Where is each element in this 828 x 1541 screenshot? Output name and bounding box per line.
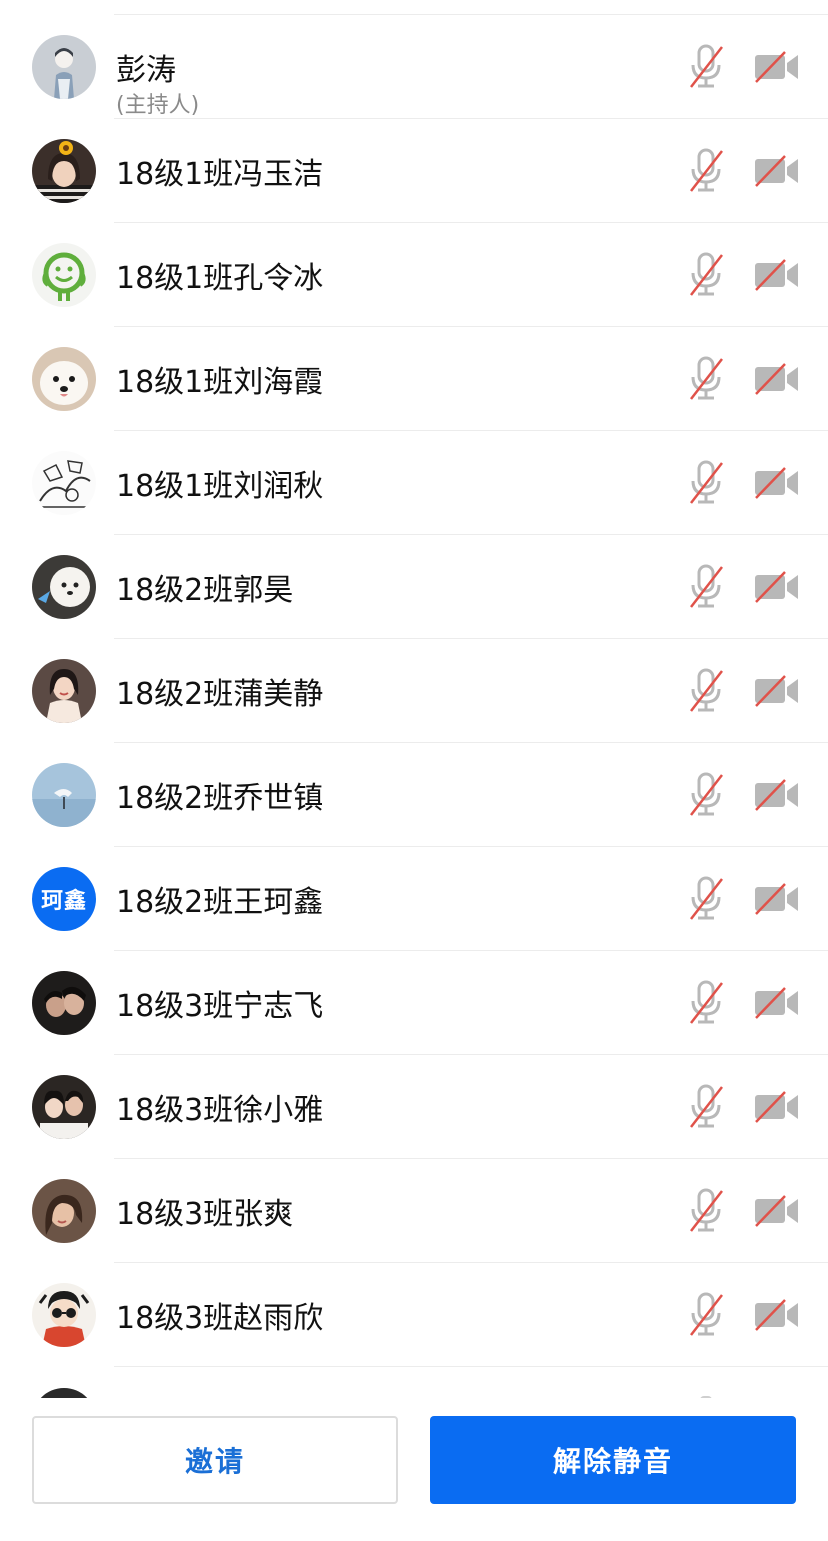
participant-name: 彭涛 [116, 53, 176, 88]
avatar-illustration-girl [32, 659, 96, 723]
mic-muted-icon[interactable] [686, 147, 726, 195]
participant-name: 18级1班刘海霞 [116, 365, 324, 400]
participant-row[interactable]: 18级3班赵雨欣 [0, 1263, 828, 1367]
camera-off-icon[interactable] [752, 569, 802, 605]
participant-row[interactable]: 18级1班刘润秋 [0, 431, 828, 535]
avatar-sketch-person [32, 35, 96, 99]
mic-muted-icon[interactable] [686, 1187, 726, 1235]
avatar-photo-seabird [32, 763, 96, 827]
camera-off-icon[interactable] [752, 1193, 802, 1229]
avatar-cartoon-glasses [32, 1283, 96, 1347]
participant-row[interactable]: 18级3班张爽 [0, 1159, 828, 1263]
camera-off-icon[interactable] [752, 49, 802, 85]
avatar-comic-sketch [32, 451, 96, 515]
participant-name: 18级2班王珂鑫 [116, 885, 324, 920]
mic-muted-icon[interactable] [686, 459, 726, 507]
participant-name: 18级1班刘润秋 [116, 469, 324, 504]
participant-name: 18级3班徐小雅 [116, 1093, 324, 1128]
participant-row[interactable]: 珂鑫 18级2班王珂鑫 [0, 847, 828, 951]
participant-name: 18级2班蒲美静 [116, 677, 324, 712]
avatar-photo-couple [32, 1075, 96, 1139]
avatar-initials: 珂鑫 [32, 867, 96, 931]
camera-off-icon[interactable] [752, 1089, 802, 1125]
mic-muted-icon[interactable] [686, 251, 726, 299]
mic-muted-icon[interactable] [686, 355, 726, 403]
participant-name: 18级1班孔令冰 [116, 261, 324, 296]
participant-row[interactable]: 18级2班乔世镇 [0, 743, 828, 847]
participant-row[interactable]: 18级1班冯玉洁 [0, 119, 828, 223]
avatar-smiley-face [32, 243, 96, 307]
participant-list[interactable]: 彭涛 (主持人) 18级1班冯玉洁 18级1班孔令冰 18级1班刘海霞 18级1… [0, 0, 828, 1398]
participant-name: 18级3班张爽 [116, 1197, 294, 1232]
action-bar: 邀请 解除静音 [0, 1398, 828, 1541]
camera-off-icon[interactable] [752, 361, 802, 397]
host-role-label: (主持人) [116, 93, 200, 118]
camera-off-icon[interactable] [752, 465, 802, 501]
camera-off-icon[interactable] [752, 1297, 802, 1333]
mic-muted-icon[interactable] [686, 979, 726, 1027]
avatar-photo-woman [32, 1179, 96, 1243]
avatar-photo-sunflower-girl [32, 139, 96, 203]
mic-muted-icon[interactable] [686, 1291, 726, 1339]
mic-muted-icon[interactable] [686, 1083, 726, 1131]
participant-row[interactable]: 18级3班徐小雅 [0, 1055, 828, 1159]
camera-off-icon[interactable] [752, 673, 802, 709]
camera-off-icon[interactable] [752, 881, 802, 917]
camera-off-icon[interactable] [752, 777, 802, 813]
participant-row[interactable]: 18级3班宁志飞 [0, 951, 828, 1055]
avatar [32, 1388, 96, 1398]
avatar-photo-couple-dark [32, 971, 96, 1035]
participant-name: 18级2班郭昊 [116, 573, 294, 608]
invite-button[interactable]: 邀请 [32, 1416, 398, 1504]
mic-muted-icon[interactable] [686, 771, 726, 819]
camera-off-icon[interactable] [752, 153, 802, 189]
camera-off-icon[interactable] [752, 257, 802, 293]
participant-row[interactable]: 18级2班蒲美静 [0, 639, 828, 743]
participant-row[interactable]: 18级1班刘海霞 [0, 327, 828, 431]
camera-off-icon[interactable] [752, 985, 802, 1021]
participant-name: 18级2班乔世镇 [116, 781, 324, 816]
mic-muted-icon[interactable] [686, 875, 726, 923]
participant-row-host[interactable]: 彭涛 (主持人) [0, 15, 828, 119]
mic-muted-icon[interactable] [686, 667, 726, 715]
participant-row[interactable]: 18级2班郭昊 [0, 535, 828, 639]
participants-screen: 彭涛 (主持人) 18级1班冯玉洁 18级1班孔令冰 18级1班刘海霞 18级1… [0, 0, 828, 1541]
participant-name: 18级3班赵雨欣 [116, 1301, 324, 1336]
participant-name: 18级1班冯玉洁 [116, 157, 324, 192]
avatar-photo-samoyed-dog [32, 347, 96, 411]
avatar-photo-white-poodle [32, 555, 96, 619]
mic-muted-icon[interactable] [686, 563, 726, 611]
participant-row-partial[interactable] [0, 1370, 828, 1398]
participant-row[interactable]: 18级1班孔令冰 [0, 223, 828, 327]
participant-name: 18级3班宁志飞 [116, 989, 324, 1024]
mic-muted-icon[interactable] [686, 43, 726, 91]
unmute-button[interactable]: 解除静音 [430, 1416, 796, 1504]
